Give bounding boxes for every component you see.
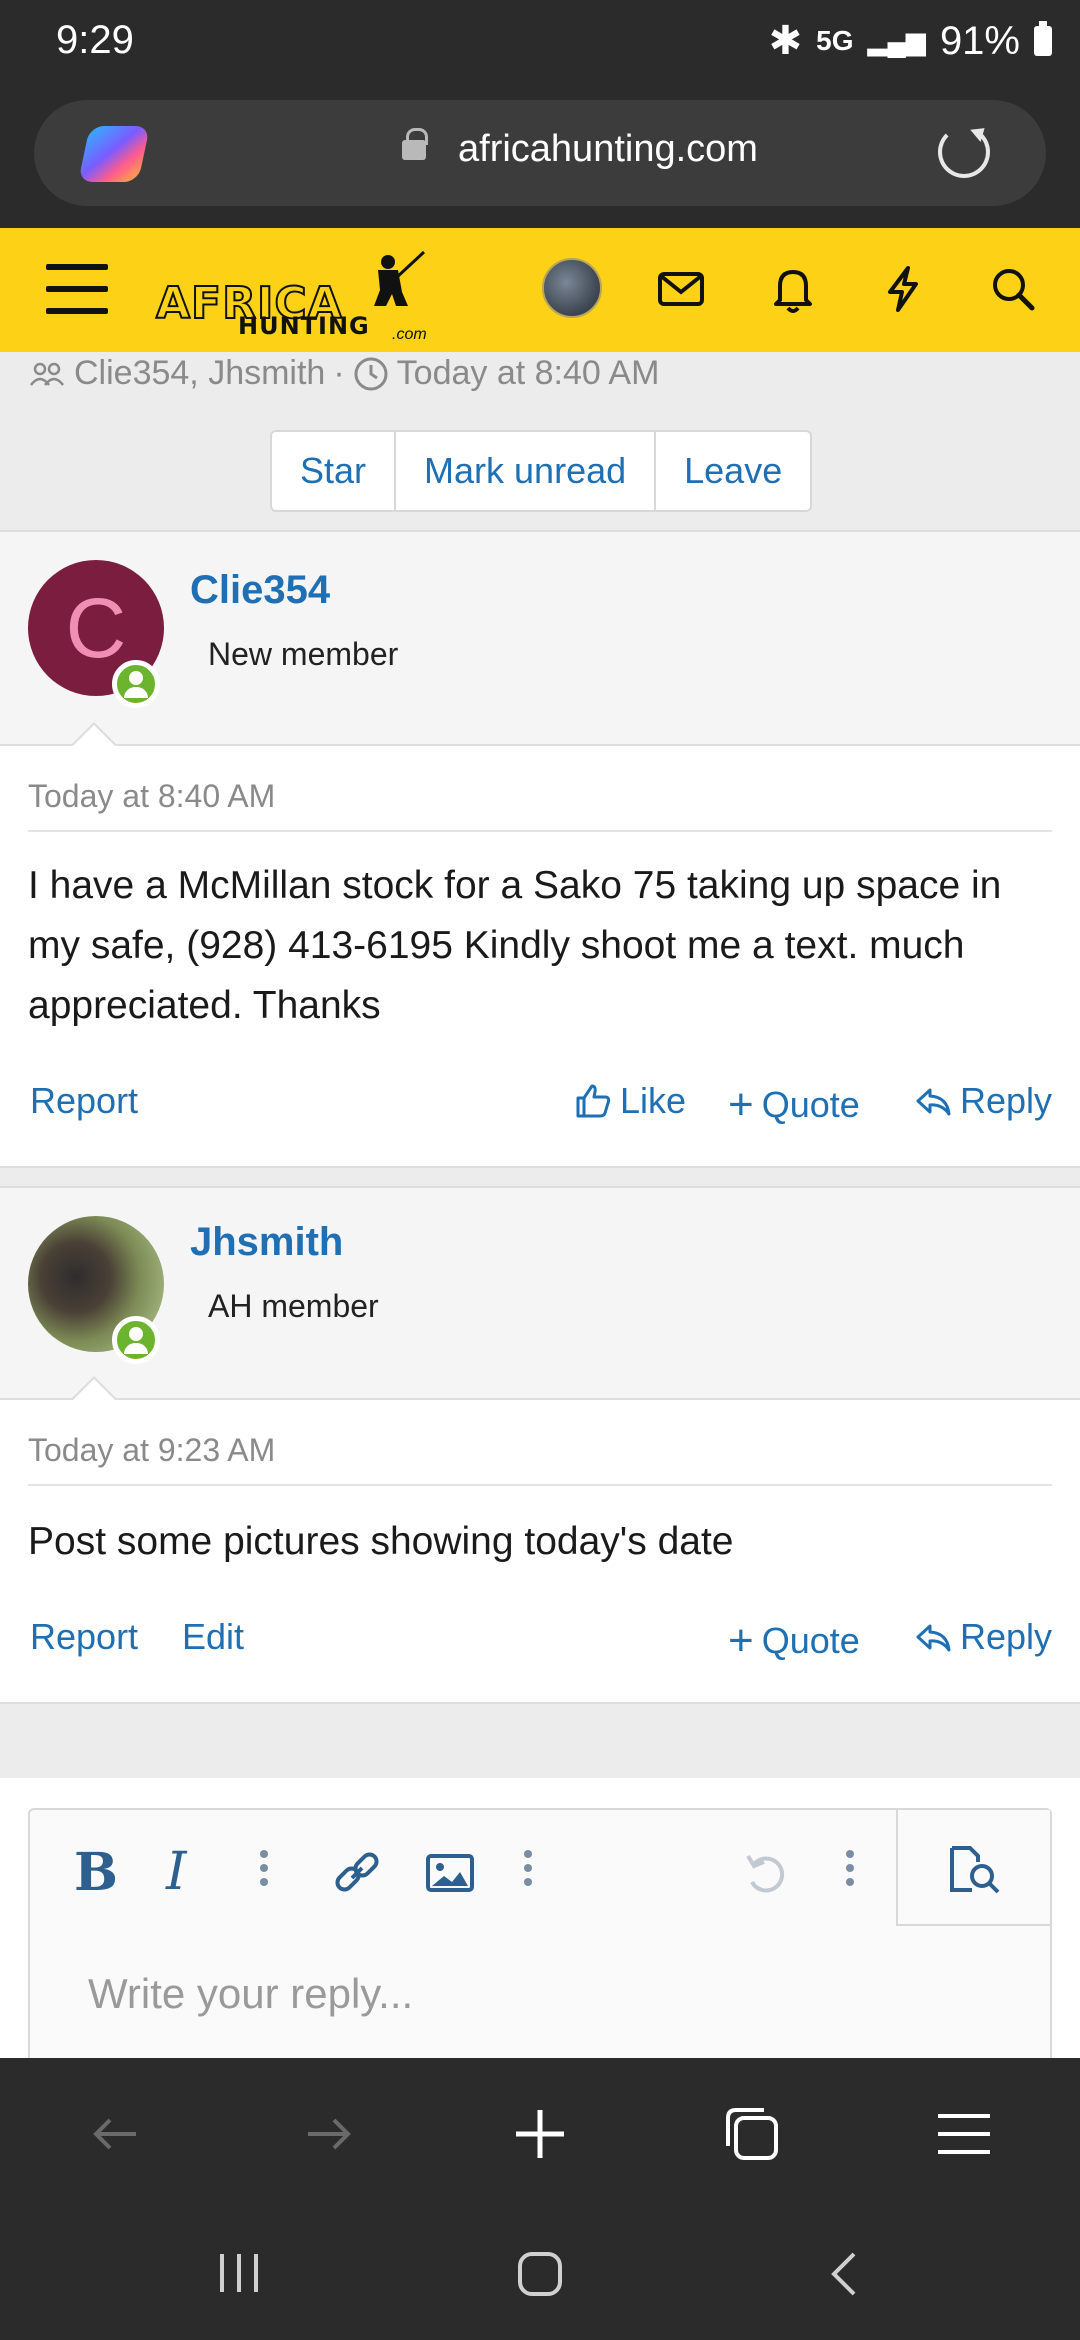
post-separator (0, 1166, 1080, 1186)
message-date[interactable]: Today at 8:40 AM (28, 778, 275, 815)
divider (28, 830, 1052, 832)
star-button[interactable]: Star (272, 432, 397, 510)
author-name[interactable]: Jhsmith (190, 1220, 343, 1265)
signal-icon: ▂▄▆ (867, 25, 926, 56)
author-role: AH member (208, 1288, 379, 1324)
reply-button[interactable]: Reply (914, 1080, 1052, 1122)
message-header: Jhsmith AH member (0, 1186, 1080, 1401)
like-button[interactable]: Like (574, 1080, 686, 1122)
status-bar: 9:29 ✱ 5G ▂▄▆ 91% (0, 0, 1080, 88)
meta-separator: · (333, 354, 345, 392)
status-icons: ✱ 5G ▂▄▆ 91% (769, 18, 1052, 64)
more-insert-options-icon[interactable] (524, 1850, 532, 1894)
section-gap (0, 1702, 1080, 1778)
thumbs-up-icon (576, 1084, 611, 1118)
image-icon[interactable] (424, 1848, 476, 1898)
back-icon[interactable] (820, 2248, 870, 2300)
search-icon[interactable] (986, 262, 1040, 316)
browser-toolbar: africahunting.com (0, 88, 1080, 228)
author-role: New member (208, 636, 399, 672)
logo-text-com: .com (392, 326, 427, 343)
participants-list[interactable]: Clie354, Jhsmith (74, 354, 325, 393)
message-body: Today at 9:23 AM Post some pictures show… (0, 1400, 1080, 1702)
plus-icon: + (728, 1080, 754, 1129)
italic-icon[interactable]: I (166, 1842, 187, 1902)
online-status-icon (112, 1316, 160, 1364)
forward-arrow-icon[interactable] (296, 2102, 360, 2166)
more-text-options-icon[interactable] (260, 1850, 268, 1894)
undo-icon[interactable] (742, 1850, 792, 1900)
reply-input-placeholder[interactable]: Write your reply... (88, 1970, 413, 2018)
system-nav-bar (0, 2208, 1080, 2340)
reply-icon (916, 1088, 951, 1116)
message-text: I have a McMillan stock for a Sako 75 ta… (28, 864, 1002, 1027)
bluetooth-icon: ✱ (768, 19, 803, 63)
preview-toggle[interactable] (896, 1810, 1050, 1926)
hunter-silhouette-icon (374, 250, 426, 306)
site-logo[interactable]: AFRICA HUNTING .com (155, 248, 436, 343)
mail-icon[interactable] (654, 262, 708, 316)
conversation-start-time: Today at 8:40 AM (396, 354, 660, 392)
clock-icon (354, 357, 388, 390)
author-name[interactable]: Clie354 (190, 568, 330, 613)
browser-bottom-bar (0, 2058, 1080, 2208)
message-text: Post some pictures showing today's date (28, 1520, 734, 1563)
recent-apps-icon[interactable] (212, 2248, 266, 2298)
leave-button[interactable]: Leave (656, 432, 810, 510)
network-type: 5G (816, 25, 854, 56)
status-time: 9:29 (56, 18, 134, 62)
back-arrow-icon[interactable] (84, 2102, 148, 2166)
conversation-actions: Star Mark unread Leave (270, 430, 813, 512)
more-options-icon[interactable] (846, 1850, 854, 1894)
message-date[interactable]: Today at 9:23 AM (28, 1432, 275, 1469)
report-link[interactable]: Report (30, 1080, 138, 1122)
preview-icon (950, 1846, 1000, 1894)
quote-button[interactable]: + Quote (728, 1616, 860, 1666)
mark-unread-button[interactable]: Mark unread (396, 432, 657, 510)
reply-button[interactable]: Reply (914, 1616, 1052, 1658)
message-body: Today at 8:40 AM I have a McMillan stock… (0, 746, 1080, 1166)
copilot-icon[interactable] (78, 126, 150, 182)
message-pointer (70, 722, 118, 747)
reload-icon[interactable] (938, 126, 990, 178)
reply-editor[interactable]: B I Write your reply... (28, 1808, 1052, 2068)
logo-text-hunting: HUNTING (238, 312, 370, 340)
lock-icon[interactable] (402, 128, 428, 160)
message-header: C Clie354 New member (0, 530, 1080, 747)
reply-icon (916, 1624, 951, 1652)
online-status-icon (112, 660, 160, 708)
home-icon[interactable] (514, 2248, 566, 2300)
site-header: AFRICA HUNTING .com (0, 228, 1080, 352)
plus-icon: + (728, 1616, 754, 1665)
link-icon[interactable] (330, 1846, 384, 1900)
message-pointer (70, 1376, 118, 1401)
report-link[interactable]: Report (30, 1616, 138, 1658)
url-text[interactable]: africahunting.com (458, 128, 758, 171)
participants-icon (30, 362, 64, 386)
quote-button[interactable]: + Quote (728, 1080, 860, 1130)
battery-icon (1034, 21, 1052, 56)
menu-icon[interactable] (46, 264, 108, 314)
battery-level: 91% (939, 18, 1020, 63)
lightning-icon[interactable] (876, 262, 930, 316)
browser-menu-icon[interactable] (932, 2102, 996, 2166)
reply-section: B I Write your reply... (0, 1778, 1080, 2068)
address-bar[interactable]: africahunting.com (34, 100, 1046, 206)
bold-icon[interactable]: B (74, 1842, 118, 1903)
bell-icon[interactable] (766, 262, 820, 316)
tabs-icon[interactable] (720, 2102, 784, 2166)
new-tab-icon[interactable] (508, 2102, 572, 2166)
conversation-meta: Clie354, Jhsmith · Today at 8:40 AM (28, 354, 659, 393)
edit-link[interactable]: Edit (182, 1616, 244, 1658)
user-avatar[interactable] (542, 258, 602, 318)
divider (28, 1484, 1052, 1486)
